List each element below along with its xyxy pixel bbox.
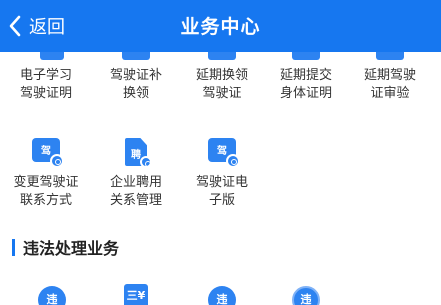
grid-item-extend-license-audit[interactable]: 延期驾驶 证审验 [348,52,432,104]
grid-item-electronic-license[interactable]: 驾 驾驶证电 子版 [180,138,264,210]
grid-item-extend-license-renewal[interactable]: 延期换领 驾驶证 [180,52,264,104]
violation-icon[interactable]: 违 [38,286,66,305]
grid-item-change-contact-info[interactable]: 驾 变更驾驶证 联系方式 [4,138,88,210]
grid-item-label: 驾驶证电 子版 [195,175,248,208]
grid-item-employment-management[interactable]: 聘 企业聘用 关系管理 [94,138,178,210]
page-title: 业务中心 [180,16,261,38]
license-card-icon [292,52,320,60]
license-card-icon [376,52,404,60]
grid-item-license-replacement[interactable]: 驾驶证补 换领 [94,52,178,104]
grid-item-label: 延期提交 身体证明 [279,68,332,101]
electronic-license-icon: 驾 [208,138,240,168]
employment-document-icon: 聘 [122,138,154,168]
grid-item-label: 企业聘用 关系管理 [109,175,162,208]
grid-item-label: 驾驶证补 换领 [109,68,162,101]
section-title: 违法处理业务 [23,239,120,258]
grid-item-extend-health-certificate[interactable]: 延期提交 身体证明 [264,52,348,104]
app-header: 返回 业务中心 [0,0,441,52]
section-accent-bar [12,238,15,256]
fine-payment-icon[interactable]: 三¥ [124,284,148,305]
grid-item-label: 变更驾驶证 联系方式 [13,175,79,208]
grid-item-label: 电子学习 驾驶证明 [19,68,72,101]
grid-item-e-learning-certificate[interactable]: 电子学习 驾驶证明 [4,52,88,104]
certificate-icon [40,52,64,60]
violation-query-icon[interactable]: 违 [292,286,320,305]
license-card-icon [208,52,236,60]
section-header: 违法处理业务 [12,236,119,258]
violation-handling-icon[interactable]: 违 [208,286,236,305]
license-phone-icon: 驾 [32,138,64,168]
license-card-icon [122,52,150,60]
grid-item-label: 延期驾驶 证审验 [363,68,416,101]
grid-item-label: 延期换领 驾驶证 [195,68,248,101]
